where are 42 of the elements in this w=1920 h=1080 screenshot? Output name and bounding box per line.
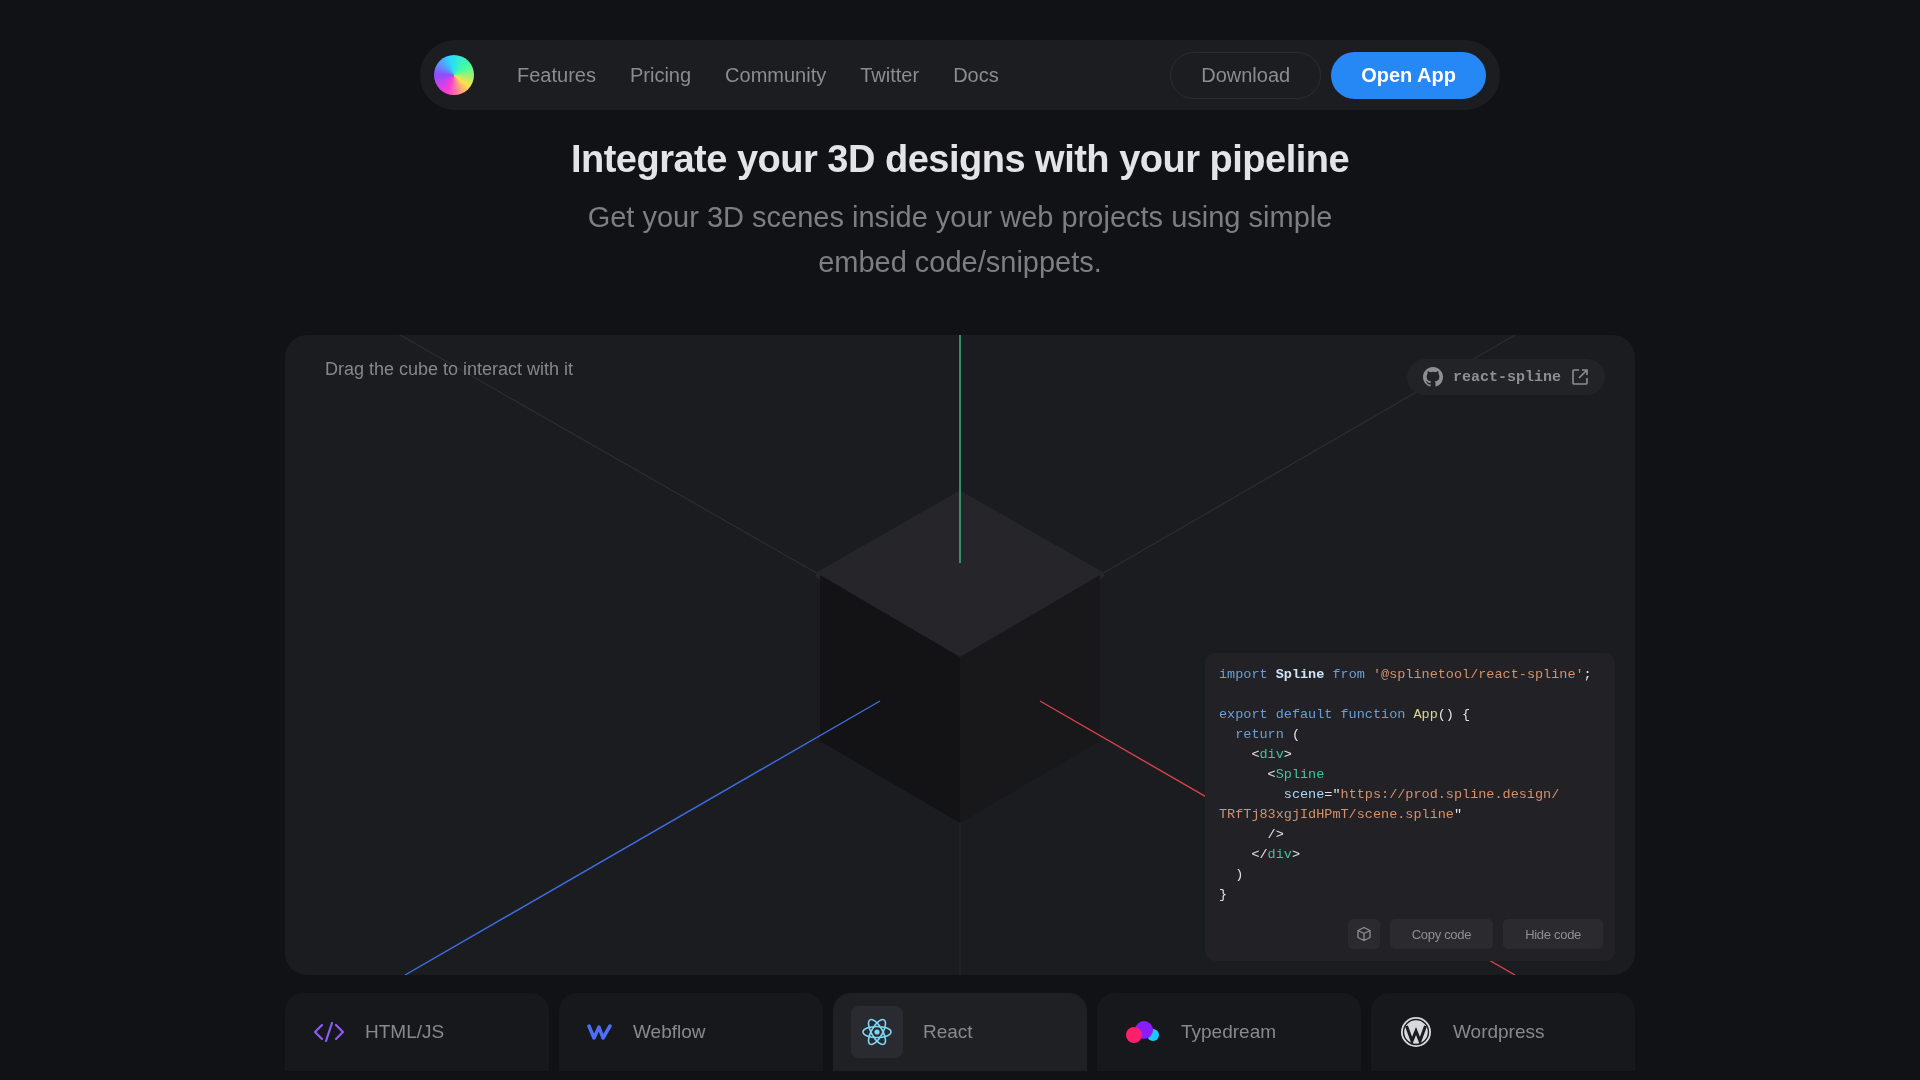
nav-link[interactable]: Docs bbox=[936, 63, 1016, 87]
nav-link[interactable]: Twitter bbox=[843, 63, 937, 87]
copy-code-button[interactable]: Copy code bbox=[1389, 919, 1494, 949]
platform-tab[interactable]: HTML/JS bbox=[285, 993, 549, 1071]
circled-w-logo-icon bbox=[1399, 1015, 1433, 1049]
code-line: } bbox=[1219, 886, 1229, 904]
code-line: <Spline bbox=[1266, 766, 1326, 784]
interaction-hint: Drag the cube to interact with it bbox=[325, 359, 574, 380]
platform-label: React bbox=[923, 1021, 973, 1043]
external-link-icon bbox=[1571, 368, 1589, 386]
platform-label: HTML/JS bbox=[365, 1021, 445, 1043]
colored-blobs-icon bbox=[1125, 1019, 1161, 1045]
platform-label: Wordpress bbox=[1453, 1021, 1545, 1043]
zigzag-logo-icon bbox=[587, 1023, 613, 1041]
nav-link[interactable]: Pricing bbox=[612, 63, 709, 87]
code-line: /> bbox=[1266, 826, 1285, 844]
code-line: scene="https://prod.spline.design/ bbox=[1282, 786, 1561, 804]
open-app-button[interactable]: Open App bbox=[1331, 51, 1486, 99]
cube-button[interactable] bbox=[1347, 919, 1380, 949]
code-line: export default function App() { bbox=[1219, 706, 1472, 724]
code-brackets-icon bbox=[313, 1020, 345, 1044]
gradient-logo-icon[interactable] bbox=[434, 55, 474, 95]
code-line: return ( bbox=[1234, 726, 1302, 744]
page-heading: Integrate your 3D designs with your pipeline bbox=[570, 138, 1350, 181]
platform-tab[interactable]: Typedream bbox=[1097, 993, 1361, 1071]
code-line: import Spline from '@splinetool/react-spline'; bbox=[1219, 666, 1593, 684]
nav-link[interactable]: Community bbox=[708, 63, 844, 87]
page-subheading: Get your 3D scenes inside your web projects using simple embed code/snippets. bbox=[586, 200, 1334, 280]
platform-tab[interactable]: React bbox=[833, 993, 1087, 1071]
hide-code-button[interactable]: Hide code bbox=[1503, 919, 1603, 949]
repository-link[interactable]: react-spline bbox=[1406, 359, 1605, 395]
code-line: <div> bbox=[1250, 746, 1293, 764]
cube-icon bbox=[1355, 926, 1372, 942]
code-line: ) bbox=[1234, 866, 1245, 884]
nav-link[interactable]: Features bbox=[500, 63, 613, 87]
platform-tab[interactable]: Wordpress bbox=[1371, 993, 1635, 1071]
platform-tab[interactable]: Webflow bbox=[559, 993, 823, 1071]
github-icon bbox=[1422, 367, 1443, 387]
code-line: </div> bbox=[1250, 846, 1302, 864]
platform-label: Webflow bbox=[633, 1021, 706, 1043]
code-line: TRfTj83xgjIdHPmT/scene.spline" bbox=[1219, 806, 1464, 824]
platform-label: Typedream bbox=[1181, 1021, 1277, 1043]
